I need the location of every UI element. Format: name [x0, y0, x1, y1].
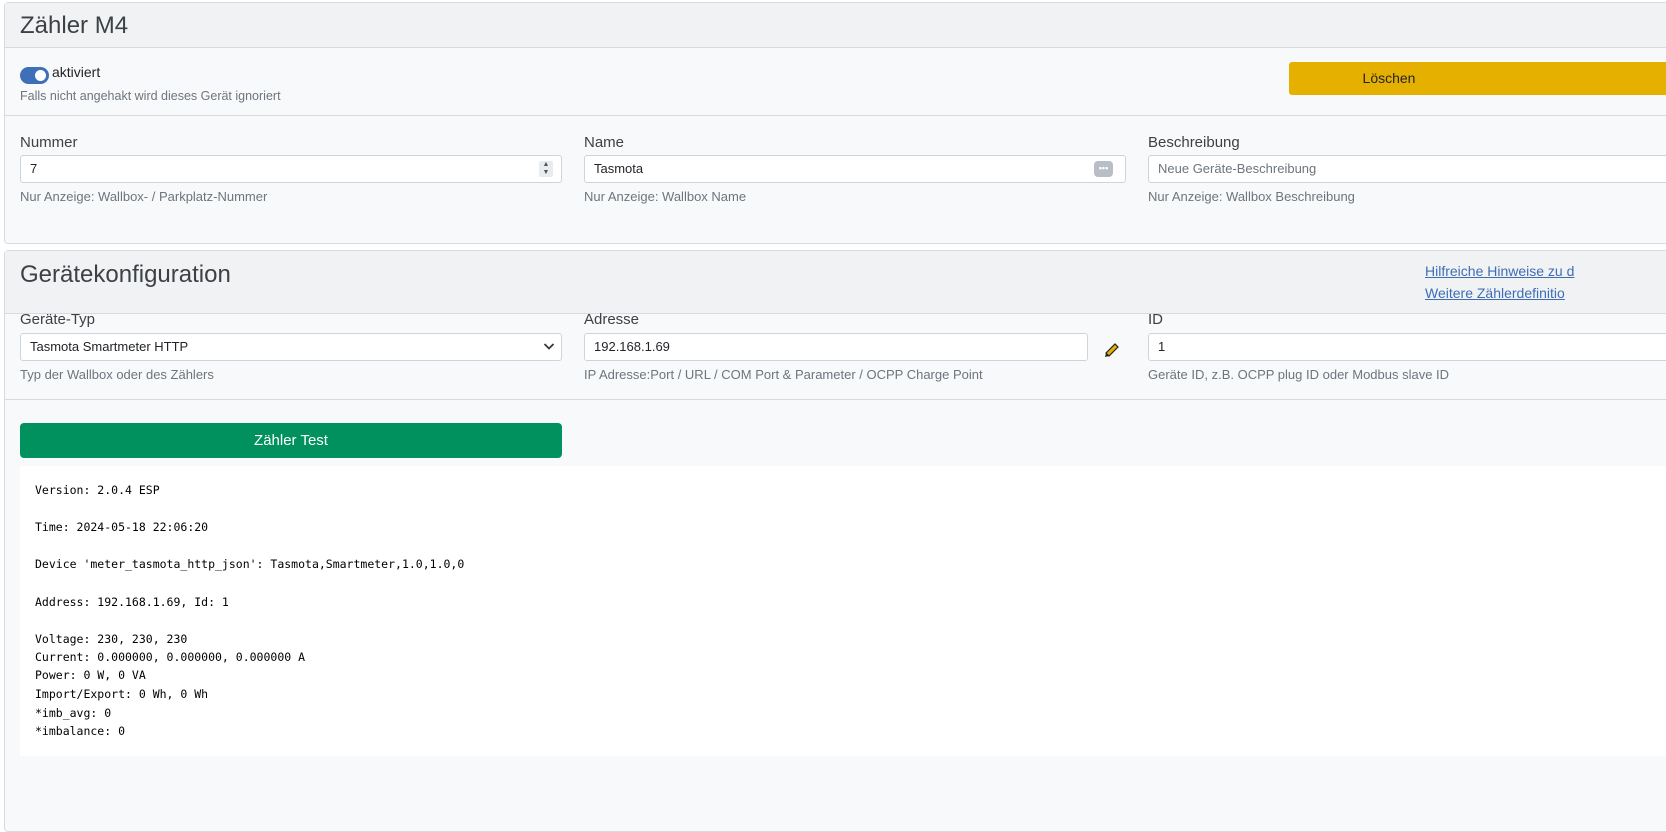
address-input[interactable]: 192.168.1.69	[584, 333, 1088, 361]
type-label: Geräte-Typ	[20, 311, 96, 328]
config-title: Gerätekonfiguration	[20, 261, 231, 288]
toggle-knob	[35, 70, 46, 81]
device-config-card: Gerätekonfiguration Hilfreiche Hinweise …	[4, 250, 1666, 832]
name-input[interactable]: Tasmota •••	[584, 155, 1126, 183]
address-label: Adresse	[584, 311, 640, 328]
output-line: Current: 0.000000, 0.000000, 0.000000 A	[35, 650, 306, 664]
output-line: *imb_avg: 0	[35, 706, 112, 720]
number-value: 7	[30, 161, 38, 176]
name-value: Tasmota	[594, 161, 644, 176]
enabled-help: Falls nicht angehakt wird dieses Gerät i…	[20, 89, 281, 103]
type-select[interactable]: Tasmota Smartmeter HTTP	[20, 333, 562, 361]
address-help: IP Adresse:Port / URL / COM Port & Param…	[584, 367, 983, 382]
enabled-toggle[interactable]	[20, 67, 49, 84]
id-input[interactable]: 1	[1148, 333, 1666, 361]
meter-card: Zähler M4 aktiviert Falls nicht angehakt…	[4, 2, 1666, 244]
address-value: 192.168.1.69	[594, 339, 670, 354]
output-line: Import/Export: 0 Wh, 0 Wh	[35, 687, 209, 701]
description-placeholder: Neue Geräte-Beschreibung	[1158, 161, 1317, 176]
number-input[interactable]: 7 ▲ ▼	[20, 155, 562, 183]
output-line: Address: 192.168.1.69, Id: 1	[35, 595, 229, 609]
number-help: Nur Anzeige: Wallbox- / Parkplatz-Nummer	[20, 189, 268, 204]
type-help: Typ der Wallbox oder des Zählers	[20, 367, 214, 382]
delete-button[interactable]: Löschen	[1289, 62, 1666, 95]
meter-card-header: Zähler M4	[5, 3, 1666, 48]
delete-button-label: Löschen	[1362, 70, 1416, 86]
number-spinner-icon[interactable]: ▲ ▼	[539, 161, 553, 177]
output-line: Version: 2.0.4 ESP	[35, 483, 160, 497]
output-line: Time: 2024-05-18 22:06:20	[35, 520, 209, 534]
id-value: 1	[1158, 339, 1166, 354]
id-label: ID	[1148, 311, 1163, 328]
meter-test-button[interactable]: Zähler Test	[20, 423, 562, 458]
number-label: Nummer	[20, 134, 78, 151]
pencil-icon[interactable]	[1103, 340, 1121, 358]
output-line: Voltage: 230, 230, 230	[35, 632, 188, 646]
divider	[5, 399, 1666, 400]
description-label: Beschreibung	[1148, 134, 1240, 151]
output-line: *imbalance: 0	[35, 724, 126, 738]
description-help: Nur Anzeige: Wallbox Beschreibung	[1148, 189, 1355, 204]
name-help: Nur Anzeige: Wallbox Name	[584, 189, 747, 204]
config-card-header: Gerätekonfiguration Hilfreiche Hinweise …	[5, 251, 1666, 314]
chevron-down-icon	[543, 334, 555, 360]
enabled-label: aktiviert	[52, 64, 101, 80]
id-help: Geräte ID, z.B. OCPP plug ID oder Modbus…	[1148, 367, 1450, 382]
name-label: Name	[584, 134, 625, 151]
output-line: Power: 0 W, 0 VA	[35, 668, 146, 682]
help-link[interactable]: Hilfreiche Hinweise zu d	[1425, 263, 1574, 279]
test-output: Version: 2.0.4 ESP Time: 2024-05-18 22:0…	[20, 466, 1666, 756]
divider	[5, 115, 1666, 116]
meter-title: Zähler M4	[20, 12, 129, 39]
description-input[interactable]: Neue Geräte-Beschreibung	[1148, 155, 1666, 183]
type-value: Tasmota Smartmeter HTTP	[30, 339, 189, 354]
output-line: Device 'meter_tasmota_http_json': Tasmot…	[35, 557, 465, 571]
more-dots-icon[interactable]: •••	[1094, 161, 1113, 177]
meter-definitions-link[interactable]: Weitere Zählerdefinitio	[1425, 285, 1565, 301]
